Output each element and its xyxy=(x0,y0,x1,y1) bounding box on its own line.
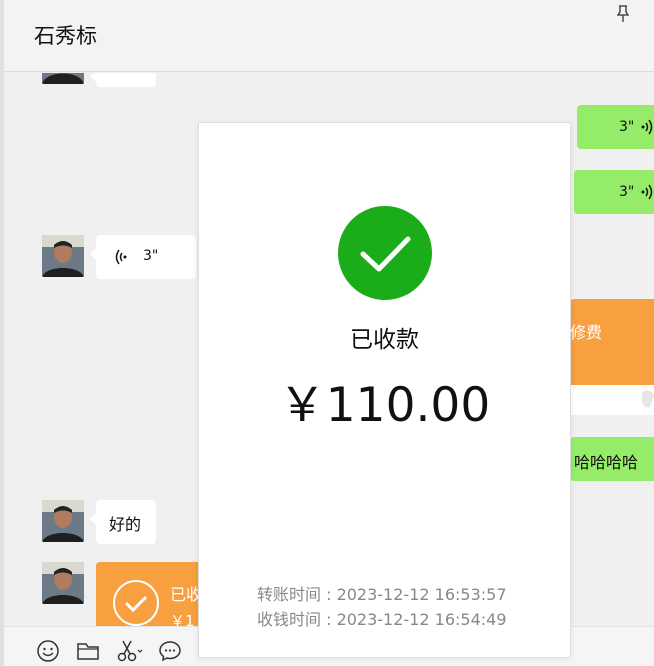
transfer-card[interactable]: 已收 ￥1 xyxy=(96,562,206,626)
voice-message-out[interactable]: 3" xyxy=(574,170,654,214)
transfer-amount: ￥110.00 xyxy=(278,378,491,433)
voice-message-in[interactable]: 3" xyxy=(90,235,196,279)
chat-header: 石秀标 xyxy=(4,0,654,72)
avatar[interactable] xyxy=(42,562,84,604)
text-message-in[interactable]: 好的 xyxy=(90,500,156,544)
avatar[interactable] xyxy=(42,235,84,277)
emoji-icon[interactable] xyxy=(36,639,60,663)
message-text: 哈哈哈哈 xyxy=(574,453,639,472)
avatar[interactable] xyxy=(42,500,84,542)
text-message-out[interactable]: 哈哈哈哈 xyxy=(570,437,654,481)
scissors-icon[interactable] xyxy=(116,639,144,663)
transfer-card-amount: ￥1 xyxy=(170,612,195,626)
voice-icon xyxy=(641,184,653,200)
transfer-card-text: 修费 xyxy=(570,323,603,342)
chat-title: 石秀标 xyxy=(34,24,97,48)
message-bubble-partial[interactable] xyxy=(90,73,156,87)
transfer-status: 已收款 xyxy=(350,327,419,353)
transfer-card-partial[interactable]: 修费 xyxy=(570,299,654,385)
voice-duration: 3" xyxy=(619,184,635,200)
transfer-detail-popup[interactable]: 已收款 ￥110.00 转账时间 : 2023-12-12 16:53:57 收… xyxy=(198,122,571,658)
avatar[interactable] xyxy=(42,73,84,84)
transfer-logo-icon xyxy=(642,390,654,408)
message-text: 好的 xyxy=(109,515,142,534)
receive-time: 收钱时间 : 2023-12-12 16:54:49 xyxy=(257,610,507,629)
chat-history-icon[interactable] xyxy=(158,639,182,663)
pin-icon[interactable] xyxy=(616,4,630,24)
voice-message-out[interactable]: 3" xyxy=(577,105,654,149)
voice-icon xyxy=(641,119,653,135)
voice-icon xyxy=(115,249,127,265)
voice-duration: 3" xyxy=(619,119,635,135)
transfer-time: 转账时间 : 2023-12-12 16:53:57 xyxy=(257,585,507,604)
folder-icon[interactable] xyxy=(76,639,100,663)
voice-duration: 3" xyxy=(143,248,159,264)
check-icon xyxy=(338,206,432,300)
transfer-card-footer xyxy=(570,385,654,415)
check-circle-icon xyxy=(113,580,159,626)
